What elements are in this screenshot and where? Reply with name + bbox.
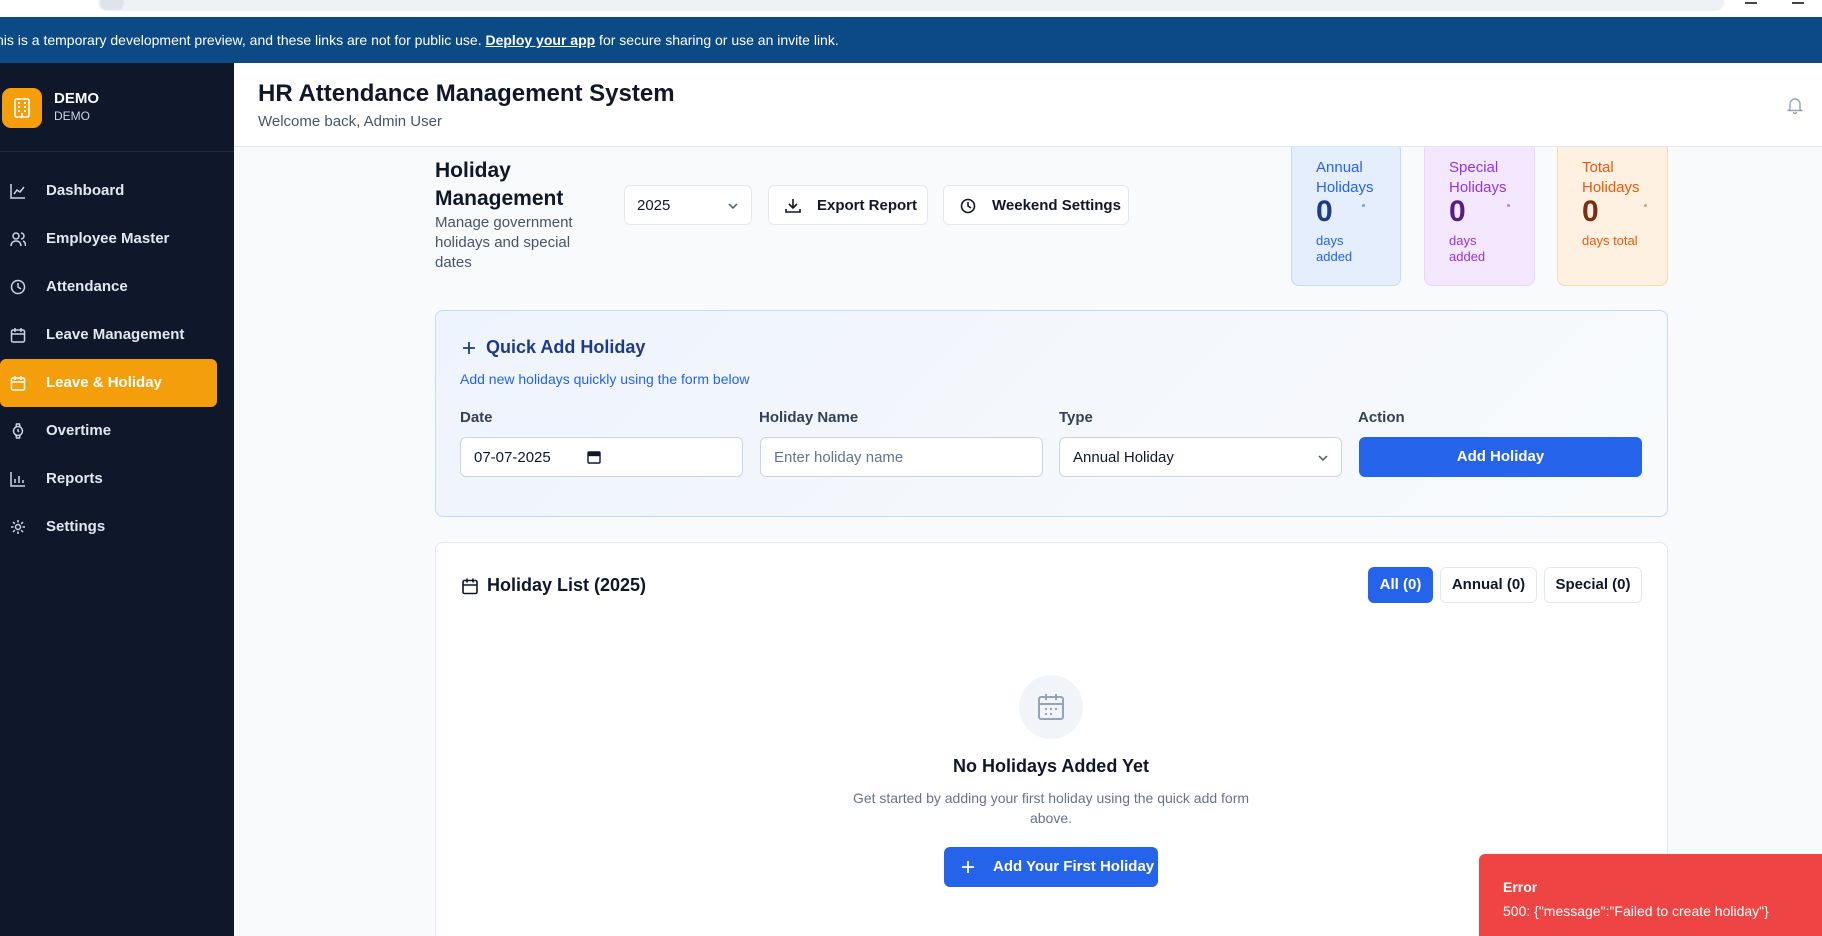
brand-sub: DEMO: [54, 109, 90, 123]
chevron-down-icon: [1318, 455, 1328, 462]
sidebar-item-label: Overtime: [46, 422, 112, 439]
holiday-list-title: Holiday List (2025): [487, 575, 647, 595]
sidebar-item-attendance[interactable]: Attendance: [0, 263, 217, 311]
sidebar-item-label: Reports: [46, 470, 103, 487]
calendar-icon: [10, 328, 26, 343]
calendar-icon: [462, 578, 478, 595]
plus-icon: [463, 342, 475, 354]
calendar-icon[interactable]: [587, 450, 601, 464]
preview-banner: his is a temporary development preview, …: [0, 17, 1822, 63]
calendar-icon: [1038, 694, 1064, 720]
chart-line-icon: [10, 184, 25, 199]
gear-icon: [11, 520, 25, 534]
toast-title: Error: [1503, 879, 1538, 895]
bar-chart-icon: [10, 472, 25, 487]
site-info-icon[interactable]: [100, 0, 124, 10]
action-label: Action: [1358, 409, 1405, 426]
filter-special-button[interactable]: Special (0): [1544, 567, 1642, 603]
calendar-icon: [10, 376, 26, 391]
deploy-app-link[interactable]: Deploy your app: [485, 32, 595, 48]
sidebar-item-dashboard[interactable]: Dashboard: [0, 167, 217, 215]
holiday-name-placeholder: Enter holiday name: [774, 449, 904, 466]
sidebar-item-label: Attendance: [46, 278, 128, 295]
bell-icon[interactable]: [1787, 96, 1803, 114]
date-field[interactable]: 07-07-2025: [460, 437, 743, 477]
holiday-name-input[interactable]: Enter holiday name: [760, 437, 1043, 477]
type-label: Type: [1059, 409, 1093, 426]
sidebar-item-label: Leave & Holiday: [46, 374, 162, 391]
brand-name: DEMO: [54, 90, 99, 107]
holiday-name-label: Holiday Name: [759, 409, 859, 426]
empty-state-icon-wrap: [1019, 675, 1083, 739]
date-value: 07-07-2025: [474, 449, 551, 466]
content-lower: Quick Add Holiday Add new holidays quick…: [234, 147, 1822, 936]
plus-icon: [962, 861, 974, 873]
add-first-holiday-button[interactable]: Add Your First Holiday: [944, 847, 1158, 887]
filter-annual-button[interactable]: Annual (0): [1440, 567, 1537, 603]
sidebar-item-label: Dashboard: [46, 182, 125, 199]
page-title: HR Attendance Management System: [258, 80, 675, 107]
toast-message: 500: {"message":"Failed to create holida…: [1503, 903, 1769, 919]
banner-text-after: for secure sharing or use an invite link…: [595, 32, 839, 48]
brand: DEMO DEMO: [0, 63, 234, 152]
maximize-icon[interactable]: [1792, 0, 1804, 4]
clock-icon: [10, 279, 26, 295]
sidebar-item-label: Leave Management: [46, 326, 185, 343]
empty-state-subtitle: Get started by adding your first holiday…: [852, 790, 1250, 826]
sidebar-item-employee-master[interactable]: Employee Master: [0, 215, 217, 263]
date-label: Date: [460, 409, 493, 426]
add-first-holiday-label: Add Your First Holiday: [993, 858, 1155, 875]
browser-toolbar: [0, 0, 1822, 17]
sidebar: DEMO DEMO Dashboard Employee Master Atte…: [0, 63, 234, 936]
add-holiday-button[interactable]: Add Holiday: [1359, 437, 1642, 477]
error-toast[interactable]: Error 500: {"message":"Failed to create …: [1479, 854, 1822, 936]
sidebar-item-leave-holiday[interactable]: Leave & Holiday: [0, 359, 217, 407]
type-select-value: Annual Holiday: [1073, 449, 1174, 466]
quick-add-subtitle: Add new holidays quickly using the form …: [460, 371, 750, 387]
sidebar-item-label: Employee Master: [46, 230, 170, 247]
welcome-text: Welcome back, Admin User: [258, 113, 442, 130]
quick-add-title: Quick Add Holiday: [486, 337, 646, 357]
sidebar-item-reports[interactable]: Reports: [0, 455, 217, 503]
sidebar-item-leave-management[interactable]: Leave Management: [0, 311, 217, 359]
sidebar-item-overtime[interactable]: Overtime: [0, 407, 217, 455]
empty-state-title: No Holidays Added Yet: [952, 756, 1150, 776]
filter-all-button[interactable]: All (0): [1368, 567, 1433, 603]
sidebar-item-settings[interactable]: Settings: [0, 503, 217, 551]
address-bar[interactable]: [98, 0, 1724, 11]
minimize-icon[interactable]: [1745, 0, 1757, 4]
banner-text-before: his is a temporary development preview, …: [0, 32, 486, 48]
sidebar-item-label: Settings: [46, 518, 106, 535]
users-icon: [10, 232, 26, 247]
watch-icon: [12, 423, 24, 439]
top-header: HR Attendance Management System Welcome …: [234, 63, 1822, 147]
type-select[interactable]: Annual Holiday: [1059, 437, 1342, 477]
building-icon: [2, 88, 42, 128]
